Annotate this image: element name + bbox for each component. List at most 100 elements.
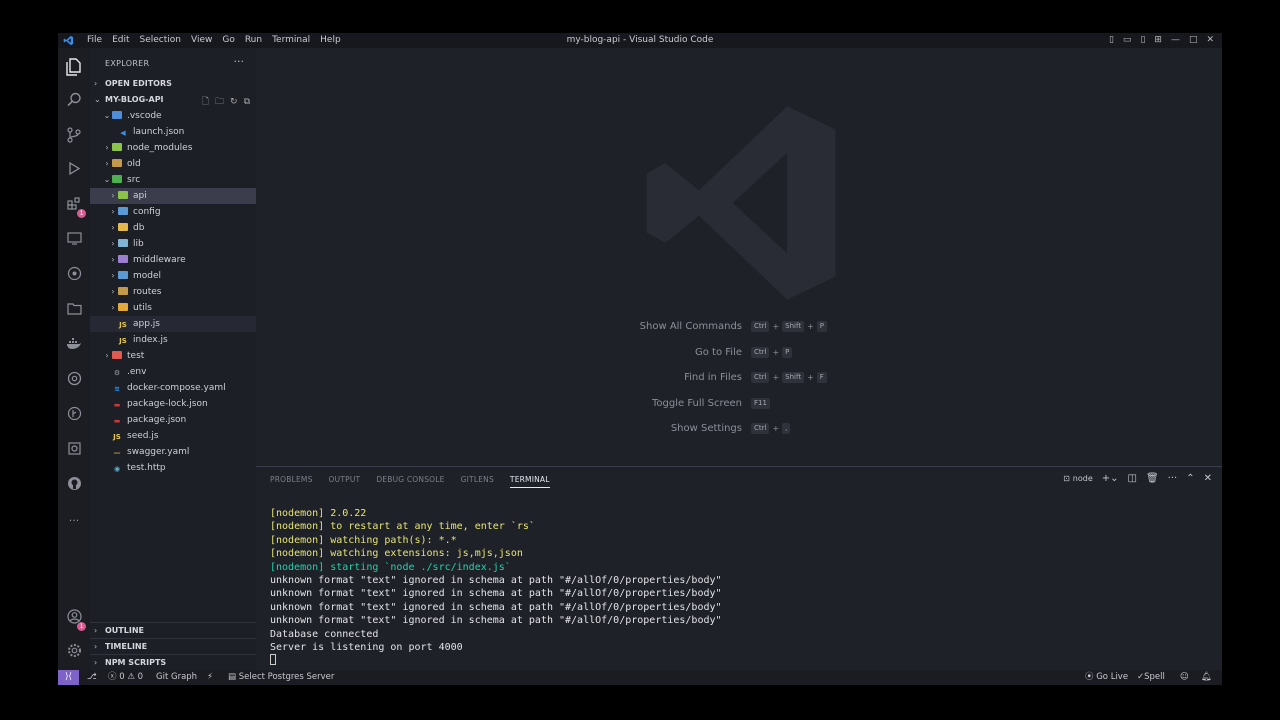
- project-header[interactable]: ⌄ MY-BLOG-API 🗋 🗀 ↻ ⧉: [90, 92, 256, 108]
- key-separator: +: [807, 373, 814, 382]
- outline-header[interactable]: › OUTLINE: [90, 622, 256, 638]
- source-control-icon[interactable]: [64, 127, 84, 147]
- manage-gear-icon[interactable]: [64, 643, 84, 663]
- new-terminal-icon[interactable]: +⌄: [1102, 473, 1119, 484]
- tree-item[interactable]: JS app.js: [90, 316, 256, 332]
- panel-tabs: PROBLEMS OUTPUT DEBUG CONSOLE GITLENS TERMIN…: [270, 475, 550, 488]
- keycap: F11: [751, 397, 770, 409]
- keycap: P: [816, 321, 828, 332]
- feedback-icon[interactable]: ☺: [1180, 670, 1189, 685]
- js-icon: JS: [113, 433, 121, 441]
- close-icon[interactable]: ✕: [1206, 35, 1214, 45]
- more-actions-icon[interactable]: ···: [234, 55, 245, 68]
- tree-item[interactable]: › old: [90, 156, 256, 172]
- tab-output[interactable]: OUTPUT: [329, 475, 361, 488]
- close-panel-icon[interactable]: ✕: [1204, 473, 1212, 484]
- terminal-output[interactable]: [nodemon] 2.0.22 [nodemon] to restart at …: [270, 507, 722, 668]
- project-manager-icon[interactable]: [64, 301, 84, 321]
- tree-item[interactable]: ⌄ src: [90, 172, 256, 188]
- chevron-right-icon: ›: [111, 255, 115, 264]
- tab-terminal[interactable]: TERMINAL: [509, 475, 550, 488]
- open-editors-header[interactable]: › OPEN EDITORS: [90, 76, 256, 92]
- source-control-status-icon[interactable]: ⎇: [87, 670, 97, 685]
- extensions-icon[interactable]: 1: [64, 196, 86, 218]
- shortcut-row: Toggle Full Screen F11: [256, 397, 1222, 412]
- editor-area[interactable]: Show All Commands Ctrl + Shift + P Go to File C…: [256, 48, 1222, 466]
- terminal-line: [nodemon] starting `node ./src/index.js`: [270, 561, 511, 573]
- tree-item-label: lib: [133, 239, 144, 249]
- git-graph-status[interactable]: Git Graph: [156, 670, 197, 685]
- tab-gitlens[interactable]: GITLENS: [461, 475, 494, 488]
- tree-item[interactable]: › config: [90, 204, 256, 220]
- chevron-right-icon: ›: [111, 207, 115, 216]
- go-live-status[interactable]: ⦿ Go Live: [1085, 670, 1128, 685]
- database-icon[interactable]: [64, 441, 84, 461]
- terminal-selector[interactable]: ⊡ node: [1063, 474, 1093, 483]
- js-icon: JS: [119, 337, 127, 345]
- spell-status[interactable]: ✓Spell: [1137, 670, 1165, 685]
- tree-item[interactable]: › middleware: [90, 252, 256, 268]
- split-terminal-icon[interactable]: ◫: [1128, 473, 1137, 484]
- tree-item[interactable]: › model: [90, 268, 256, 284]
- tree-item[interactable]: ▬ package-lock.json: [90, 396, 256, 412]
- shortcut-label[interactable]: Find in Files: [684, 372, 742, 383]
- tree-item[interactable]: ▬ package.json: [90, 412, 256, 428]
- accounts-badge: 1: [77, 622, 86, 631]
- customize-layout-icon[interactable]: ⊞: [1154, 35, 1162, 45]
- npm-scripts-header[interactable]: › NPM SCRIPTS: [90, 654, 256, 670]
- run-debug-icon[interactable]: [64, 161, 84, 181]
- shortcut-label[interactable]: Show Settings: [671, 423, 742, 434]
- tree-item[interactable]: › api: [90, 188, 256, 204]
- tree-item[interactable]: ⌄ .vscode: [90, 108, 256, 124]
- tree-item[interactable]: ◀ launch.json: [90, 124, 256, 140]
- maximize-panel-icon[interactable]: ⌃: [1186, 473, 1194, 484]
- tree-item[interactable]: ◉ test.http: [90, 460, 256, 476]
- keycap: Shift: [782, 321, 805, 332]
- shortcut-label[interactable]: Toggle Full Screen: [652, 398, 742, 409]
- remote-indicator-icon[interactable]: ⟩⟨: [58, 670, 79, 685]
- toggle-sidebar-icon[interactable]: ▯: [1109, 35, 1114, 45]
- more-actions-icon[interactable]: ···: [1168, 473, 1178, 484]
- tree-item-label: index.js: [133, 335, 168, 345]
- more-icon[interactable]: ···: [64, 511, 84, 531]
- tab-problems[interactable]: PROBLEMS: [270, 475, 313, 488]
- timeline-header[interactable]: › TIMELINE: [90, 638, 256, 654]
- tree-item[interactable]: › test: [90, 348, 256, 364]
- tree-item[interactable]: › node_modules: [90, 140, 256, 156]
- github-icon[interactable]: [64, 476, 84, 496]
- tree-item[interactable]: JS index.js: [90, 332, 256, 348]
- problems-status[interactable]: ⓧ 0 ⚠ 0: [108, 670, 143, 685]
- toggle-secondary-sidebar-icon[interactable]: ▯: [1140, 35, 1145, 45]
- files-icon[interactable]: [64, 58, 84, 78]
- shortcut-label[interactable]: Go to File: [695, 347, 742, 358]
- shortcut-keys: Ctrl + P: [751, 346, 793, 358]
- plug-icon[interactable]: ⚡: [207, 670, 213, 685]
- minimize-icon[interactable]: —: [1171, 35, 1180, 45]
- tree-item[interactable]: › routes: [90, 284, 256, 300]
- terminal-line: unknown format "text" ignored in schema …: [270, 615, 722, 627]
- remote-explorer-icon[interactable]: [64, 231, 84, 251]
- notifications-bell-icon[interactable]: 🔔︎: [1201, 670, 1212, 685]
- accounts-icon[interactable]: 1: [64, 609, 86, 631]
- git-graph-icon[interactable]: [64, 406, 84, 426]
- docker-icon[interactable]: [64, 336, 84, 356]
- shortcut-label[interactable]: Show All Commands: [640, 321, 742, 332]
- toggle-panel-icon[interactable]: ▭: [1123, 35, 1132, 45]
- maximize-icon[interactable]: □: [1189, 35, 1198, 45]
- folder-icon: [118, 287, 128, 295]
- gitlens-icon[interactable]: [64, 266, 84, 286]
- tree-item[interactable]: › lib: [90, 236, 256, 252]
- tree-item[interactable]: JS seed.js: [90, 428, 256, 444]
- tab-debug-console[interactable]: DEBUG CONSOLE: [376, 475, 444, 488]
- tree-item[interactable]: ⚙ .env: [90, 364, 256, 380]
- kubernetes-icon[interactable]: [64, 371, 84, 391]
- search-icon[interactable]: [64, 92, 84, 112]
- tree-item[interactable]: › utils: [90, 300, 256, 316]
- tree-item[interactable]: › db: [90, 220, 256, 236]
- folder-icon: [118, 191, 128, 199]
- tree-item[interactable]: ≋ docker-compose.yaml: [90, 380, 256, 396]
- kill-terminal-icon[interactable]: 🗑: [1146, 473, 1159, 484]
- panel-actions: ⊡ node +⌄ ◫ 🗑 ··· ⌃ ✕: [1063, 473, 1212, 484]
- postgres-status[interactable]: ▤ Select Postgres Server: [228, 670, 334, 685]
- tree-item[interactable]: — swagger.yaml: [90, 444, 256, 460]
